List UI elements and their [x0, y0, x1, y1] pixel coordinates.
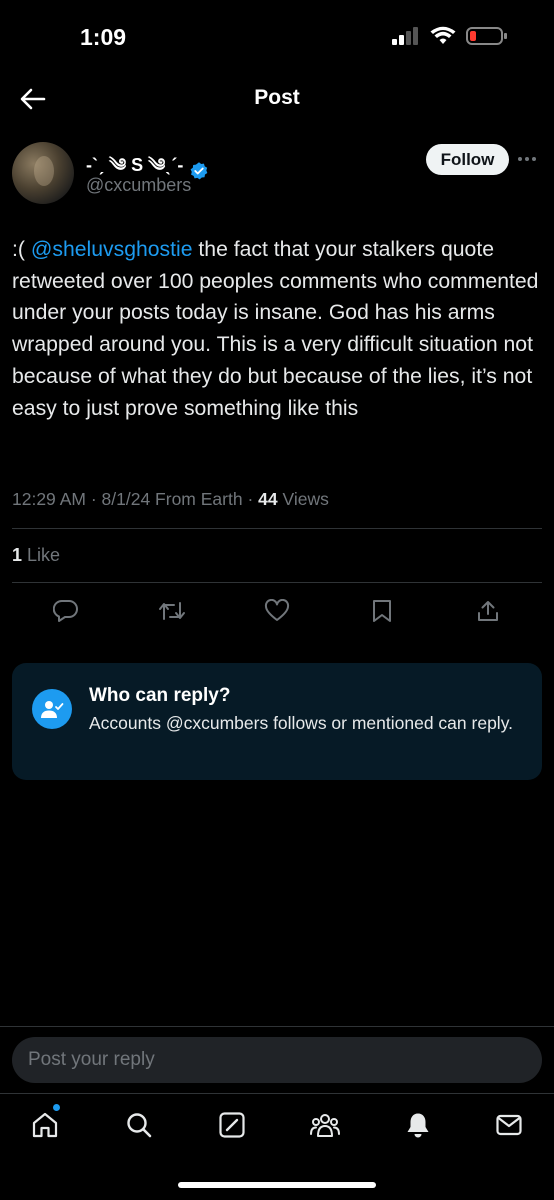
divider — [0, 1026, 554, 1027]
nav-header: Post — [0, 72, 554, 126]
more-options-button[interactable] — [512, 144, 542, 174]
notifications-icon — [407, 1113, 429, 1138]
tab-grok[interactable] — [215, 1108, 249, 1142]
page-title: Post — [254, 86, 300, 109]
status-time: 1:09 — [80, 24, 127, 50]
share-button[interactable] — [471, 594, 505, 628]
like-button[interactable] — [260, 594, 294, 628]
post-text-body: the fact that your stalkers quote retwee… — [12, 238, 539, 420]
repost-button[interactable] — [155, 594, 189, 628]
like-icon — [264, 599, 290, 621]
messages-icon — [496, 1114, 522, 1136]
likes-label: Like — [27, 545, 61, 565]
status-bar: 1:09 — [0, 0, 554, 72]
divider — [12, 528, 542, 529]
more-dots-icon — [518, 157, 536, 161]
repost-icon — [159, 602, 185, 620]
home-notification-dot — [53, 1104, 60, 1111]
home-icon — [32, 1112, 58, 1138]
views-label: Views — [282, 489, 329, 509]
reply-button[interactable] — [49, 594, 83, 628]
signal-icon — [392, 27, 418, 45]
grok-icon — [219, 1112, 245, 1138]
battery-icon — [466, 27, 507, 45]
status-icons — [392, 26, 508, 46]
post-time[interactable]: 12:29 AM — [12, 489, 86, 509]
post-meta: 12:29 AM · 8/1/24 From Earth · 44 Views — [12, 489, 329, 509]
likes-count: 1 — [12, 545, 23, 565]
author-row: -`ˏ ༄ S ༄ˎ´- @cxcumbers Follow — [12, 140, 542, 206]
bookmark-icon — [373, 600, 391, 622]
reply-restriction-description: Accounts @cxcumbers follows or mentioned… — [89, 713, 514, 733]
user-check-icon — [41, 701, 64, 718]
reply-restriction-title: Who can reply? — [89, 685, 231, 706]
bottom-tab-bar — [0, 1093, 554, 1159]
tab-communities[interactable] — [308, 1108, 342, 1142]
search-icon — [127, 1113, 152, 1138]
reply-composer[interactable] — [12, 1037, 542, 1083]
likes-count-row[interactable]: 1 Like — [12, 545, 60, 566]
share-icon — [478, 601, 498, 621]
reply-restriction-badge — [32, 689, 72, 729]
tab-messages[interactable] — [492, 1108, 526, 1142]
verified-badge-icon — [190, 162, 208, 180]
post-text-prefix: :( — [12, 238, 31, 261]
follow-button[interactable]: Follow — [426, 144, 509, 175]
mention-link[interactable]: @sheluvsghostie — [31, 238, 193, 261]
post-actions — [12, 594, 542, 628]
post-text: :( @sheluvsghostie the fact that your st… — [12, 234, 542, 424]
communities-icon — [310, 1114, 340, 1137]
post-date[interactable]: 8/1/24 — [102, 489, 151, 509]
reply-restriction-card: Who can reply? Accounts @cxcumbers follo… — [12, 663, 542, 780]
author-handle[interactable]: @cxcumbers — [86, 175, 191, 196]
reply-icon — [53, 599, 78, 622]
reply-input[interactable] — [12, 1037, 542, 1083]
bookmark-button[interactable] — [365, 594, 399, 628]
home-indicator — [178, 1182, 376, 1188]
tab-search[interactable] — [122, 1108, 156, 1142]
avatar[interactable] — [12, 142, 74, 204]
wifi-icon — [430, 26, 456, 44]
post-location: From Earth — [155, 489, 243, 509]
tab-notifications[interactable] — [401, 1108, 435, 1142]
divider — [12, 582, 542, 583]
views-count: 44 — [258, 489, 278, 509]
tab-home[interactable] — [28, 1108, 62, 1142]
